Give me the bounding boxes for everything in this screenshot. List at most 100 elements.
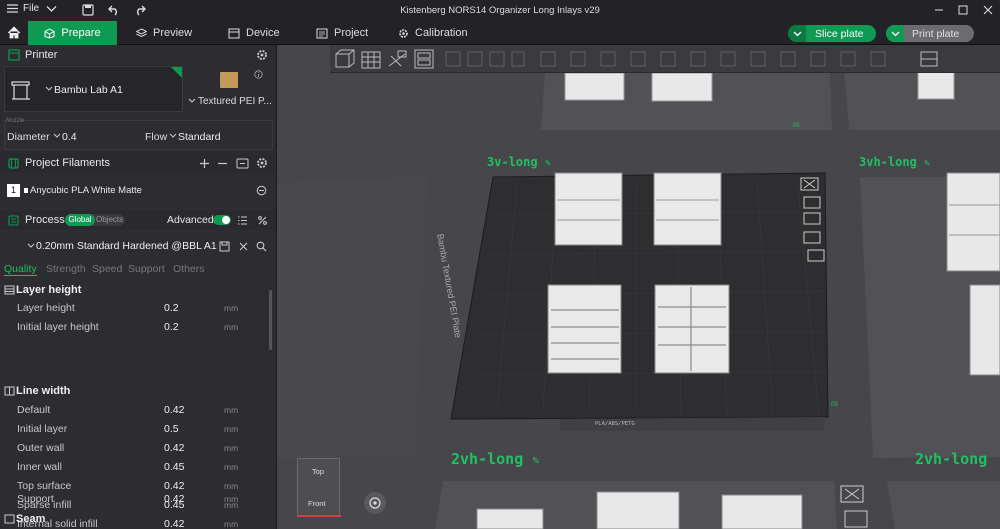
slice-plate-button[interactable]: Slice plate <box>788 25 876 42</box>
gear-icon[interactable] <box>256 157 268 169</box>
setting-unit: mm <box>224 423 239 434</box>
setting-unit: mm <box>224 461 239 472</box>
plate-name-label[interactable]: 3v-long ✎ <box>487 155 551 169</box>
setting-value-input[interactable]: 0.42 <box>164 404 184 416</box>
process-icon <box>8 214 19 226</box>
background-plate <box>277 177 427 459</box>
group-seam: Seam <box>0 511 266 527</box>
edit-icon[interactable]: ✎ <box>545 158 551 169</box>
disabled-tools <box>444 49 526 69</box>
plate-selector[interactable]: Textured PEI P... <box>186 66 274 112</box>
print-plate-label: Print plate <box>912 27 960 40</box>
minimize-icon[interactable] <box>934 5 944 15</box>
printer-section-header: Printer <box>0 45 276 65</box>
maximize-icon[interactable] <box>958 5 968 15</box>
subtab-speed[interactable]: Speed <box>92 263 122 275</box>
camera-orbit-icon[interactable] <box>364 492 386 514</box>
sync-icon[interactable] <box>236 158 249 169</box>
view-cube-top[interactable]: Top <box>312 467 324 476</box>
plate-name-text: 2vh-long <box>915 450 988 468</box>
setting-unit: mm <box>224 493 239 504</box>
global-objects-toggle[interactable]: Global Objects <box>65 214 125 226</box>
close-icon[interactable] <box>983 5 993 15</box>
group-layer-height: Layer height <box>0 282 266 298</box>
printed-object[interactable] <box>654 284 730 374</box>
plate-name-text: 3v-long <box>487 155 538 169</box>
setting-row: Support 0.42 mm <box>0 489 266 508</box>
filament-options-icon[interactable] <box>256 185 267 196</box>
settings-scrollbar[interactable] <box>269 290 272 350</box>
close-icon[interactable] <box>238 241 249 252</box>
printed-object[interactable] <box>653 172 722 246</box>
gear-icon[interactable] <box>256 49 268 61</box>
add-object-icon[interactable] <box>334 48 358 70</box>
process-preset-dropdown[interactable]: 0.20mm Standard Hardened @BBL A1 <box>25 238 217 254</box>
setting-value-input[interactable]: 0.5 <box>164 423 179 435</box>
printed-object[interactable] <box>651 72 713 102</box>
subtab-strength[interactable]: Strength <box>46 263 86 275</box>
search-icon[interactable] <box>256 241 267 252</box>
setting-value-input[interactable]: 0.2 <box>164 302 179 314</box>
view-cube-front[interactable]: Front <box>308 499 326 508</box>
filament-index: 1 <box>7 184 20 197</box>
window-title: Kistenberg NORS14 Organizer Long Inlays … <box>400 5 600 16</box>
setting-label: Layer height <box>17 301 75 314</box>
view-cube[interactable]: Top Front <box>297 458 341 517</box>
percent-icon[interactable] <box>257 215 268 226</box>
plate-name-label[interactable]: 2vh-long ✎ <box>451 450 540 468</box>
setting-value-input[interactable]: 0.42 <box>164 493 184 505</box>
print-plate-button[interactable]: Print plate <box>886 25 974 42</box>
background-plate <box>887 481 1000 529</box>
info-icon[interactable] <box>254 70 263 79</box>
printed-object[interactable] <box>596 491 680 529</box>
printed-object[interactable] <box>547 284 622 374</box>
arrange-icon[interactable] <box>413 48 437 70</box>
printer-selector[interactable]: Bambu Lab A1 <box>4 66 183 112</box>
setting-value-input[interactable]: 0.2 <box>164 321 179 333</box>
edit-icon[interactable]: ✎ <box>924 158 930 169</box>
selected-marker <box>171 67 182 78</box>
filaments-section-header: Project Filaments <box>0 153 276 173</box>
subtab-support[interactable]: Support <box>128 263 165 275</box>
setting-value-input[interactable]: 0.45 <box>164 461 184 473</box>
orient-icon[interactable] <box>386 48 410 70</box>
tab-calibration[interactable]: Calibration <box>388 21 478 45</box>
printer-name: Bambu Lab A1 <box>54 84 123 96</box>
diameter-dropdown[interactable]: 0.4 <box>53 129 133 144</box>
subtab-quality[interactable]: Quality <box>4 263 37 276</box>
chevron-down-icon <box>188 98 196 104</box>
plate-name-label[interactable]: 3vh-long ✎ <box>859 155 930 169</box>
plate-name-label[interactable]: 2vh-long <box>915 450 987 468</box>
tab-project[interactable]: Project <box>306 21 378 45</box>
flow-dropdown[interactable]: Standard <box>169 129 259 144</box>
tab-preview[interactable]: Preview <box>126 21 202 45</box>
subtab-others[interactable]: Others <box>173 263 205 275</box>
printed-object[interactable] <box>476 508 544 529</box>
printed-object[interactable] <box>969 284 1000 376</box>
view-icon[interactable] <box>918 48 942 70</box>
edit-icon[interactable]: ✎ <box>532 453 539 467</box>
printed-object[interactable] <box>946 172 1000 272</box>
tab-prepare[interactable]: Prepare <box>28 21 117 45</box>
advanced-toggle[interactable] <box>213 215 231 225</box>
remove-icon[interactable] <box>217 158 228 169</box>
printed-object[interactable] <box>721 494 803 529</box>
chevron-down-icon <box>788 25 806 42</box>
filament-row[interactable]: 1 Anycubic PLA White Matte <box>4 182 274 200</box>
add-plate-icon[interactable] <box>360 48 384 70</box>
toggle-objects[interactable]: Objects <box>96 214 123 226</box>
scene <box>277 45 1000 529</box>
home-icon[interactable] <box>7 26 21 39</box>
save-preset-icon[interactable] <box>219 241 230 252</box>
printed-object[interactable] <box>564 72 625 101</box>
3d-viewport[interactable]: 3v-long ✎ 3vh-long ✎ 2vh-long ✎ 2vh-long… <box>277 45 1000 529</box>
tab-calibration-label: Calibration <box>415 27 468 39</box>
build-plate[interactable] <box>450 172 829 420</box>
tab-device[interactable]: Device <box>218 21 290 45</box>
printed-object[interactable] <box>554 172 623 246</box>
setting-unit: mm <box>224 302 239 313</box>
list-icon[interactable] <box>237 215 248 226</box>
toggle-global[interactable]: Global <box>65 214 95 226</box>
setting-value-input[interactable]: 0.42 <box>164 442 184 454</box>
add-icon[interactable] <box>199 158 210 169</box>
